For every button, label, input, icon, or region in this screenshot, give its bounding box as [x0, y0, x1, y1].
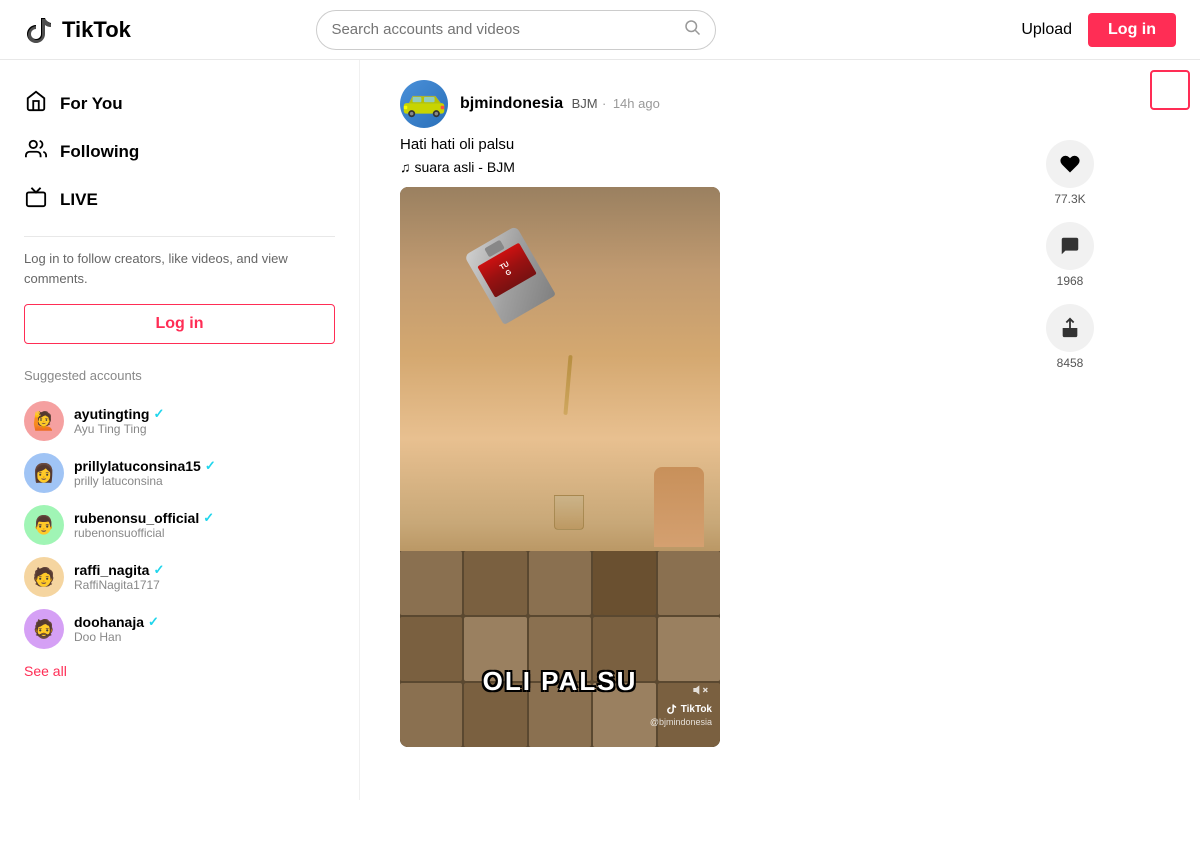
- poster-badge: BJM: [572, 96, 598, 111]
- username-prilly: prillylatuconsina15 ✓: [74, 458, 216, 474]
- share-count: 8458: [1057, 356, 1084, 370]
- video-music: ♫ suara asli - BJM: [400, 159, 1020, 175]
- account-item-ayutingting[interactable]: 🙋 ayutingting ✓ Ayu Ting Ting: [24, 395, 335, 447]
- account-info-ayutingting: ayutingting ✓ Ayu Ting Ting: [74, 406, 164, 436]
- oil-container: TUG: [496, 215, 566, 305]
- home-icon: [24, 90, 48, 118]
- like-icon-circle[interactable]: [1046, 140, 1094, 188]
- username-ruben: rubenonsu_official ✓: [74, 510, 214, 526]
- like-count: 77.3K: [1054, 192, 1085, 206]
- logo-text: TikTok: [62, 17, 131, 43]
- poster-avatar[interactable]: [400, 80, 448, 128]
- right-box: [1150, 70, 1190, 110]
- upload-button[interactable]: Upload: [1021, 21, 1072, 39]
- music-note-icon: ♫: [400, 159, 411, 175]
- sidebar-item-for-you[interactable]: For You: [24, 80, 335, 128]
- verified-badge-ruben: ✓: [203, 510, 214, 526]
- video-thumbnail[interactable]: TUG OLI PALSU: [400, 187, 720, 747]
- username-doo: doohanaja ✓: [74, 614, 159, 630]
- like-action[interactable]: 77.3K: [1046, 140, 1094, 206]
- suggested-accounts-title: Suggested accounts: [24, 368, 335, 383]
- comment-action[interactable]: 1968: [1046, 222, 1094, 288]
- login-outline-button[interactable]: Log in: [24, 304, 335, 344]
- poster-username: bjmindonesia BJM · 14h ago: [460, 95, 660, 113]
- display-ruben: rubenonsuofficial: [74, 526, 214, 540]
- video-poster: bjmindonesia BJM · 14h ago: [400, 80, 1020, 128]
- live-label: LIVE: [60, 190, 98, 210]
- avatar-raffi: 🧑: [24, 557, 64, 597]
- poster-separator: ·: [602, 96, 606, 111]
- sidebar-nav: For You Following: [24, 80, 335, 224]
- person-arm: [654, 467, 704, 547]
- header: TikTok Upload Log in: [0, 0, 1200, 60]
- account-item-prilly[interactable]: 👩 prillylatuconsina15 ✓ prilly latuconsi…: [24, 447, 335, 499]
- username-raffi: raffi_nagita ✓: [74, 562, 164, 578]
- verified-badge-prilly: ✓: [205, 458, 216, 474]
- action-bar: 77.3K 1968: [1040, 80, 1100, 747]
- verified-badge-ayutingting: ✓: [153, 406, 164, 422]
- account-info-prilly: prillylatuconsina15 ✓ prilly latuconsina: [74, 458, 216, 488]
- mute-icon: [692, 682, 708, 703]
- search-bar: [316, 10, 716, 50]
- sidebar-item-following[interactable]: Following: [24, 128, 335, 176]
- display-doo: Doo Han: [74, 630, 159, 644]
- video-handle: @bjmindonesia: [650, 717, 712, 727]
- video-caption: Hati hati oli palsu: [400, 136, 1020, 153]
- poster-info: bjmindonesia BJM · 14h ago: [460, 95, 660, 113]
- verified-badge-doo: ✓: [148, 614, 159, 630]
- video-overlay-text: OLI PALSU: [483, 666, 638, 697]
- display-raffi: RaffiNagita1717: [74, 578, 164, 592]
- for-you-label: For You: [60, 94, 123, 114]
- right-panel: [1140, 60, 1200, 800]
- comment-count: 1968: [1057, 274, 1084, 288]
- avatar-prilly: 👩: [24, 453, 64, 493]
- avatar-doo: 🧔: [24, 609, 64, 649]
- display-ayutingting: Ayu Ting Ting: [74, 422, 164, 436]
- tiktok-logo-small: TikTok: [666, 703, 712, 715]
- tiktok-watermark: TikTok @bjmindonesia: [650, 703, 712, 727]
- account-info-ruben: rubenonsu_official ✓ rubenonsuofficial: [74, 510, 214, 540]
- avatar-ruben: 👨: [24, 505, 64, 545]
- following-icon: [24, 138, 48, 166]
- video-card: bjmindonesia BJM · 14h ago Hati hati oli…: [400, 80, 1100, 747]
- display-prilly: prilly latuconsina: [74, 474, 216, 488]
- sidebar-item-live[interactable]: LIVE: [24, 176, 335, 224]
- nav-divider: [24, 236, 335, 237]
- poster-time: 14h ago: [613, 96, 660, 111]
- account-item-ruben[interactable]: 👨 rubenonsu_official ✓ rubenonsuofficial: [24, 499, 335, 551]
- glass-cup: [554, 495, 584, 530]
- search-icon: [683, 18, 701, 41]
- share-action[interactable]: 8458: [1046, 304, 1094, 370]
- content-area: bjmindonesia BJM · 14h ago Hati hati oli…: [360, 60, 1140, 800]
- login-prompt: Log in to follow creators, like videos, …: [24, 249, 335, 288]
- avatar-ayutingting: 🙋: [24, 401, 64, 441]
- video-scene: TUG OLI PALSU: [400, 187, 720, 747]
- verified-badge-raffi: ✓: [153, 562, 164, 578]
- account-item-doo[interactable]: 🧔 doohanaja ✓ Doo Han: [24, 603, 335, 655]
- video-main: bjmindonesia BJM · 14h ago Hati hati oli…: [400, 80, 1020, 747]
- search-input[interactable]: [331, 21, 675, 38]
- suggested-accounts-list: 🙋 ayutingting ✓ Ayu Ting Ting 👩 prillyla…: [24, 395, 335, 655]
- account-info-raffi: raffi_nagita ✓ RaffiNagita1717: [74, 562, 164, 592]
- login-button[interactable]: Log in: [1088, 13, 1176, 47]
- share-icon-circle[interactable]: [1046, 304, 1094, 352]
- header-actions: Upload Log in: [1021, 13, 1176, 47]
- logo: TikTok: [24, 14, 164, 46]
- comment-icon-circle[interactable]: [1046, 222, 1094, 270]
- main-layout: For You Following: [0, 60, 1200, 800]
- sidebar: For You Following: [0, 60, 360, 800]
- account-info-doo: doohanaja ✓ Doo Han: [74, 614, 159, 644]
- account-item-raffi[interactable]: 🧑 raffi_nagita ✓ RaffiNagita1717: [24, 551, 335, 603]
- see-all-button[interactable]: See all: [24, 663, 335, 679]
- following-label: Following: [60, 142, 139, 162]
- live-icon: [24, 186, 48, 214]
- username-ayutingting: ayutingting ✓: [74, 406, 164, 422]
